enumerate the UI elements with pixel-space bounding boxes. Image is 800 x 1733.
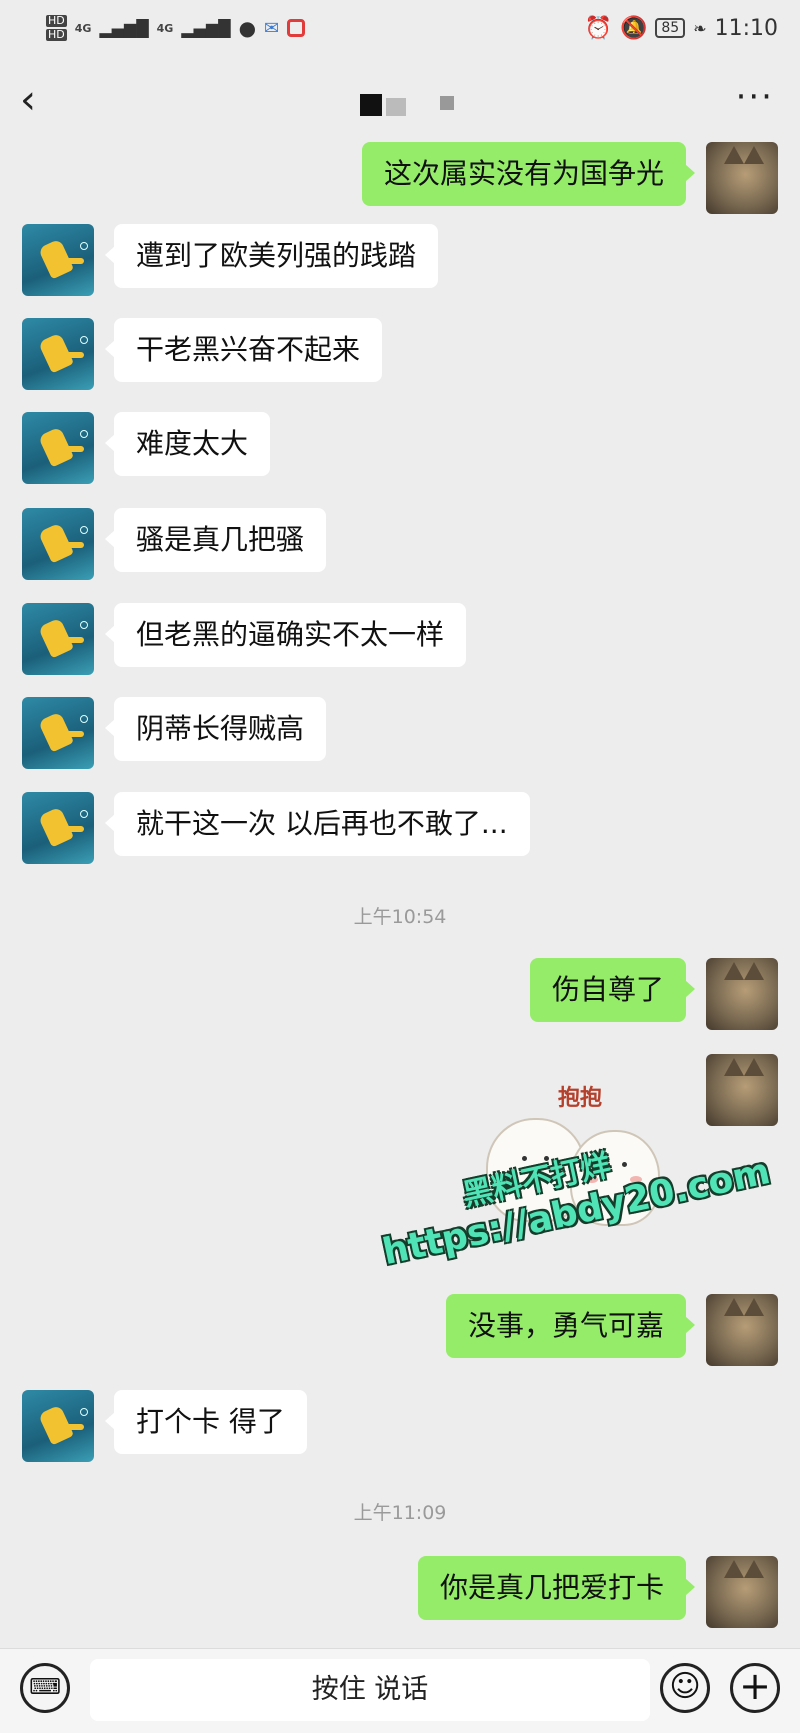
message-bubble-incoming[interactable]: 阴蒂长得贼高	[104, 697, 327, 761]
message-bubble-incoming[interactable]: 打个卡 得了	[105, 1390, 307, 1454]
hd-badge-2: HD	[46, 28, 67, 41]
status-right: ⏰ 🔕 85 ❧ 11:10	[585, 16, 778, 41]
app-notification-icon: ✉	[264, 17, 280, 39]
message-bubble-outgoing[interactable]: 这次属实没有为国争光	[361, 142, 696, 206]
contact-avatar[interactable]	[22, 412, 94, 484]
mute-icon: 🔕	[619, 15, 648, 41]
message-timestamp: 上午10:54	[353, 906, 447, 928]
my-avatar[interactable]	[706, 1556, 778, 1628]
message-timestamp: 上午11:09	[353, 1502, 447, 1524]
contact-avatar[interactable]	[22, 792, 94, 864]
message-bubble-incoming[interactable]: 遭到了欧美列强的践踏	[104, 224, 439, 288]
signal-4g-label: 4G	[74, 21, 92, 35]
hd-indicators: HD HD	[46, 15, 67, 41]
leaf-icon: ❧	[693, 18, 707, 38]
chat-bubble-icon: ●	[238, 16, 257, 40]
contact-avatar[interactable]	[22, 224, 94, 296]
signal-4g-label-2: 4G	[156, 21, 174, 35]
back-arrow-icon[interactable]: ‹	[20, 78, 60, 122]
hd-badge: HD	[46, 14, 67, 27]
status-left: HD HD 4G ▂▄▆█ 4G ▂▄▆█ ● ✉	[46, 15, 306, 41]
emoji-icon[interactable]: ☺	[660, 1663, 710, 1713]
message-bubble-incoming[interactable]: 骚是真几把骚	[104, 508, 327, 572]
my-avatar[interactable]	[706, 958, 778, 1030]
message-bubble-incoming[interactable]: 干老黑兴奋不起来	[104, 318, 383, 382]
signal-bars-icon: ▂▄▆█	[99, 18, 149, 38]
battery-level: 85	[655, 18, 686, 38]
chat-header: ‹ ···	[0, 56, 800, 142]
status-bar: HD HD 4G ▂▄▆█ 4G ▂▄▆█ ● ✉ ⏰ 🔕 85 ❧ 11:10	[0, 0, 800, 56]
input-bar: ⌨ 按住 说话 ☺ +	[0, 1648, 800, 1733]
contact-name-redacted	[360, 94, 382, 116]
contact-avatar[interactable]	[22, 508, 94, 580]
message-bubble-outgoing[interactable]: 你是真几把爱打卡	[417, 1556, 696, 1620]
message-bubble-incoming[interactable]: 就干这一次 以后再也不敢了...	[105, 792, 530, 856]
contact-avatar[interactable]	[22, 697, 94, 769]
signal-bars-icon-2: ▂▄▆█	[181, 18, 231, 38]
contact-name-redacted-3	[440, 96, 454, 110]
clock-time: 11:10	[714, 15, 778, 41]
message-bubble-incoming[interactable]: 难度太大	[104, 412, 271, 476]
app-red-icon	[287, 19, 306, 37]
plus-icon[interactable]: +	[730, 1663, 780, 1713]
alarm-icon: ⏰	[584, 15, 612, 41]
contact-name-redacted-2	[386, 98, 406, 116]
my-avatar[interactable]	[706, 142, 778, 214]
my-avatar[interactable]	[706, 1294, 778, 1366]
keyboard-icon[interactable]: ⌨	[20, 1663, 70, 1713]
contact-avatar[interactable]	[22, 1390, 94, 1462]
battery-indicator: 85	[655, 18, 686, 38]
sticker-caption: 抱抱	[557, 1086, 602, 1111]
hold-to-talk-button[interactable]: 按住 说话	[90, 1659, 650, 1721]
contact-avatar[interactable]	[22, 603, 94, 675]
message-bubble-outgoing[interactable]: 伤自尊了	[529, 958, 696, 1022]
more-dots-icon[interactable]: ···	[736, 80, 774, 114]
contact-avatar[interactable]	[22, 318, 94, 390]
message-bubble-incoming[interactable]: 但老黑的逼确实不太一样	[104, 603, 467, 667]
message-bubble-outgoing[interactable]: 没事，勇气可嘉	[445, 1294, 696, 1358]
